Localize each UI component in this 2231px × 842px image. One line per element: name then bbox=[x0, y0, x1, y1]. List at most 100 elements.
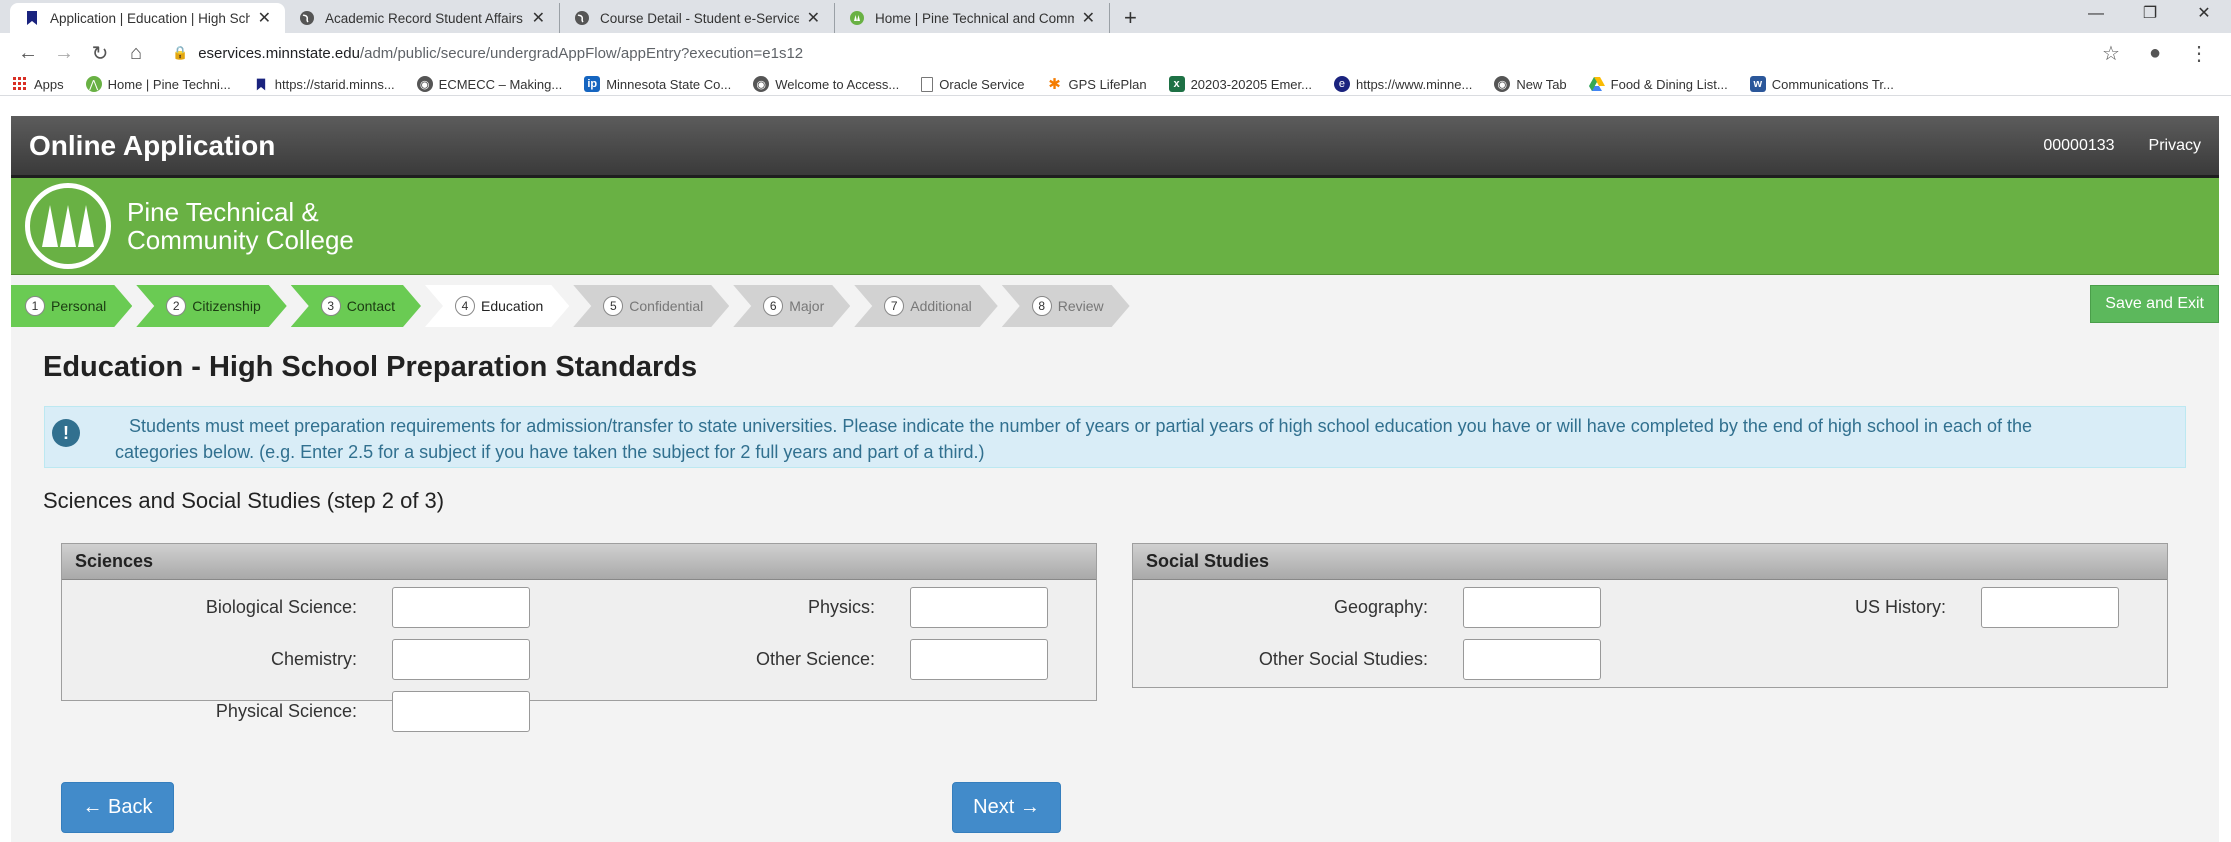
browser-tab-application[interactable]: Application | Education | High School ✕ bbox=[10, 3, 285, 33]
bookmark-apps[interactable]: Apps bbox=[12, 76, 64, 92]
physics-input[interactable] bbox=[910, 587, 1048, 628]
bookmark-gps-lifeplan[interactable]: ✱ GPS LifePlan bbox=[1047, 76, 1147, 93]
home-icon[interactable]: ⌂ bbox=[118, 42, 154, 65]
biological-science-input[interactable] bbox=[392, 587, 530, 628]
url-host: eservices.minnstate.edu bbox=[198, 44, 360, 62]
excel-icon: x bbox=[1168, 76, 1185, 92]
save-and-exit-button[interactable]: Save and Exit bbox=[2090, 285, 2219, 323]
bookmark-label: https://www.minne... bbox=[1355, 76, 1473, 92]
step-review: 8 Review bbox=[1002, 285, 1130, 327]
browser-tab-course-detail[interactable]: Course Detail - Student e-Services ✕ bbox=[560, 3, 835, 33]
app-title: Online Application bbox=[29, 129, 276, 161]
globe-icon: ◉ bbox=[416, 76, 433, 92]
bookmark-minnesota-state[interactable]: ip Minnesota State Co... bbox=[584, 76, 731, 92]
tab-label: Home | Pine Technical and Community bbox=[875, 10, 1074, 26]
document-icon bbox=[921, 76, 934, 92]
step-major: 6 Major bbox=[733, 285, 850, 327]
field-us-history: US History: bbox=[1651, 587, 2119, 628]
step-label: Education bbox=[481, 298, 544, 314]
step-education[interactable]: 4 Education bbox=[425, 285, 569, 327]
close-tab-icon[interactable]: ✕ bbox=[1082, 8, 1095, 28]
step-additional: 7 Additional bbox=[854, 285, 998, 327]
new-tab-button[interactable]: + bbox=[1110, 3, 1151, 33]
physical-science-input[interactable] bbox=[392, 691, 530, 732]
bookmark-emergency[interactable]: x 20203-20205 Emer... bbox=[1168, 76, 1312, 92]
step-personal[interactable]: 1 Personal bbox=[11, 285, 132, 327]
geography-input[interactable] bbox=[1463, 587, 1601, 628]
alert-line2: categories below. (e.g. Enter 2.5 for a … bbox=[115, 442, 985, 462]
globe-icon bbox=[299, 10, 315, 26]
close-window-icon[interactable]: ✕ bbox=[2177, 0, 2231, 28]
us-history-input[interactable] bbox=[1981, 587, 2119, 628]
bookmark-oracle[interactable]: Oracle Service bbox=[921, 76, 1025, 92]
bookmark-label: 20203-20205 Emer... bbox=[1190, 76, 1312, 92]
other-science-input[interactable] bbox=[910, 639, 1048, 680]
other-social-studies-input[interactable] bbox=[1463, 639, 1601, 680]
kebab-menu-icon[interactable]: ⋮ bbox=[2177, 41, 2221, 66]
bookmark-label: Welcome to Access... bbox=[775, 76, 900, 92]
next-button[interactable]: Next → bbox=[952, 782, 1061, 833]
bookmark-starid[interactable]: https://starid.minns... bbox=[253, 76, 395, 92]
field-physical-science: Physical Science: bbox=[62, 691, 530, 732]
step-number: 5 bbox=[603, 296, 623, 316]
step-number: 7 bbox=[884, 296, 904, 316]
back-button[interactable]: ← Back bbox=[61, 782, 174, 833]
star-bookmark-icon[interactable]: ☆ bbox=[2089, 41, 2133, 66]
social-studies-panel: Social Studies Geography: US History: Ot… bbox=[1132, 543, 2168, 688]
step-citizenship[interactable]: 2 Citizenship bbox=[136, 285, 286, 327]
browser-tab-academic-record[interactable]: Academic Record Student Affairs ✕ bbox=[285, 3, 560, 33]
field-other-social-studies: Other Social Studies: bbox=[1133, 639, 1601, 680]
biological-science-label: Biological Science: bbox=[205, 597, 357, 617]
bookmark-label: New Tab bbox=[1516, 76, 1567, 92]
application-page: Online Application 00000133 Privacy Pine… bbox=[11, 116, 2219, 842]
forward-arrow-icon[interactable]: → bbox=[46, 42, 82, 65]
close-tab-icon[interactable]: ✕ bbox=[258, 8, 271, 28]
back-arrow-icon[interactable]: ← bbox=[10, 42, 46, 65]
bookmark-label: Home | Pine Techni... bbox=[107, 76, 231, 92]
geography-label: Geography: bbox=[1333, 597, 1428, 617]
window-controls: — ❐ ✕ bbox=[2069, 0, 2231, 28]
bookmark-welcome-access[interactable]: ◉ Welcome to Access... bbox=[753, 76, 899, 92]
page-title: Education - High School Preparation Stan… bbox=[43, 351, 698, 383]
field-other-science: Other Science: bbox=[580, 639, 1048, 680]
apps-grid-icon bbox=[12, 76, 28, 92]
bookmark-communications[interactable]: w Communications Tr... bbox=[1749, 76, 1894, 92]
bookmark-label: Food & Dining List... bbox=[1610, 76, 1728, 92]
bookmark-ecmecc[interactable]: ◉ ECMECC – Making... bbox=[416, 76, 563, 92]
swirl-icon: e bbox=[1333, 76, 1350, 92]
reload-icon[interactable]: ↻ bbox=[82, 41, 118, 66]
chemistry-input[interactable] bbox=[392, 639, 530, 680]
section-heading: Sciences and Social Studies (step 2 of 3… bbox=[43, 488, 445, 513]
address-bar[interactable]: 🔒 eservices.minnstate.edu/adm/public/sec… bbox=[160, 38, 2089, 68]
field-chemistry: Chemistry: bbox=[62, 639, 530, 680]
college-name-line1: Pine Technical & bbox=[127, 197, 319, 227]
bookmark-label: https://starid.minns... bbox=[274, 76, 395, 92]
word-icon: w bbox=[1749, 76, 1766, 92]
browser-tabstrip: Application | Education | High School ✕ … bbox=[0, 0, 2231, 33]
privacy-link[interactable]: Privacy bbox=[2149, 137, 2201, 155]
bookmark-label: Communications Tr... bbox=[1771, 76, 1894, 92]
pine-logo-icon: ⋀ bbox=[85, 76, 102, 92]
physics-label: Physics: bbox=[807, 597, 875, 617]
bookmark-new-tab[interactable]: ◉ New Tab bbox=[1494, 76, 1567, 92]
close-tab-icon[interactable]: ✕ bbox=[807, 8, 820, 28]
step-label: Major bbox=[789, 298, 825, 314]
bookmark-label: GPS LifePlan bbox=[1068, 76, 1147, 92]
profile-avatar-icon[interactable]: ● bbox=[2133, 42, 2177, 65]
bookmark-home-pine[interactable]: ⋀ Home | Pine Techni... bbox=[85, 76, 231, 92]
step-number: 2 bbox=[166, 296, 186, 316]
bookmark-food-dining[interactable]: Food & Dining List... bbox=[1588, 76, 1728, 92]
step-label: Contact bbox=[346, 298, 395, 314]
bookmark-minne[interactable]: e https://www.minne... bbox=[1333, 76, 1473, 92]
minimize-icon[interactable]: — bbox=[2069, 0, 2123, 28]
step-contact[interactable]: 3 Contact bbox=[291, 285, 421, 327]
field-physics: Physics: bbox=[580, 587, 1048, 628]
tab-label: Academic Record Student Affairs bbox=[325, 10, 523, 26]
restore-icon[interactable]: ❐ bbox=[2123, 0, 2177, 28]
bookmark-favicon-icon bbox=[24, 10, 40, 26]
bookmark-label: ECMECC – Making... bbox=[438, 76, 563, 92]
browser-tab-home-pine[interactable]: Home | Pine Technical and Community ✕ bbox=[835, 3, 1110, 33]
step-number: 8 bbox=[1032, 296, 1052, 316]
close-tab-icon[interactable]: ✕ bbox=[532, 8, 545, 28]
physical-science-label: Physical Science: bbox=[215, 701, 357, 721]
